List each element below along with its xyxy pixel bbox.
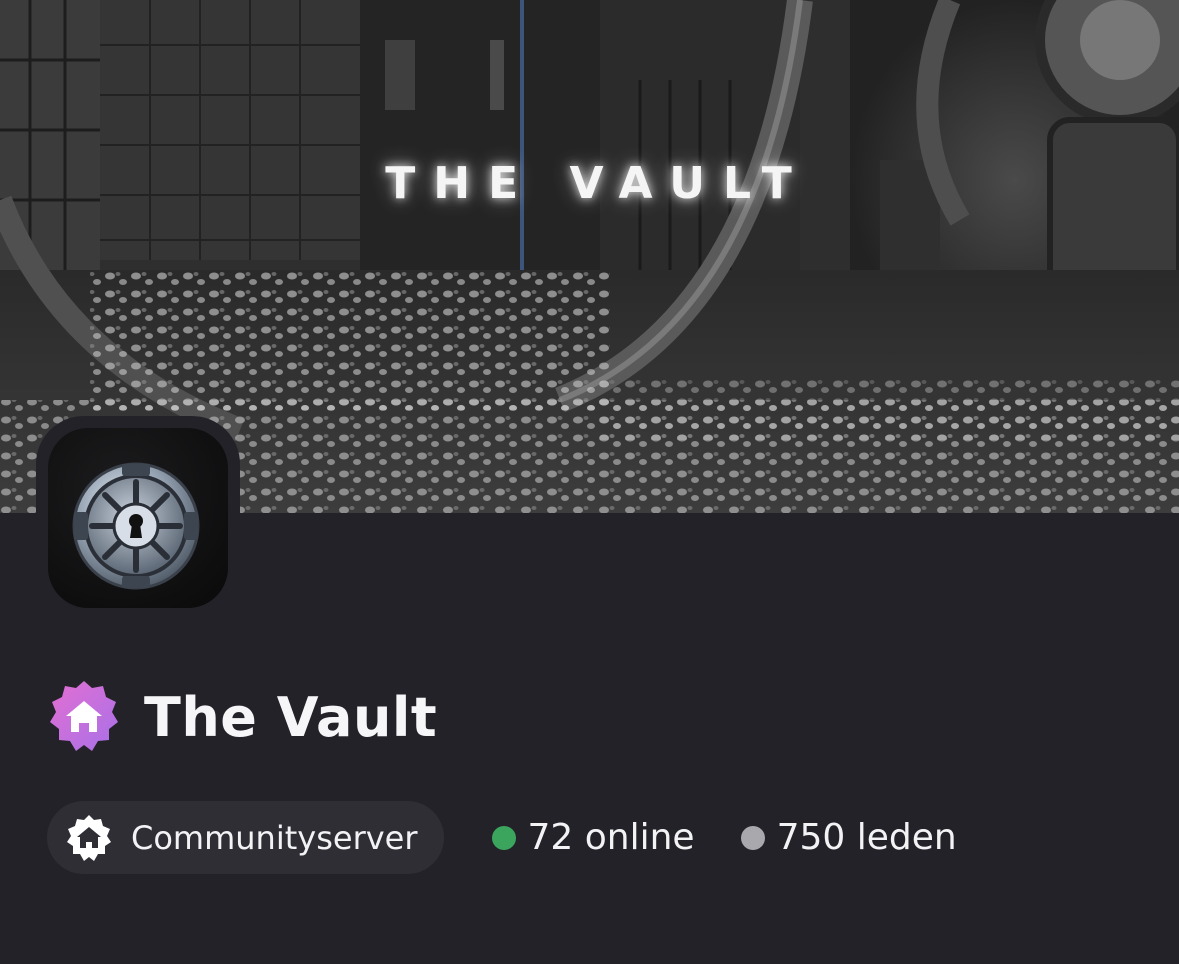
member-status-dot bbox=[740, 825, 765, 850]
server-meta-row: Communityserver 72 online 750 leden bbox=[47, 801, 957, 874]
online-count-text: 72 online bbox=[527, 817, 695, 858]
server-name-row: The Vault bbox=[46, 680, 437, 754]
vault-door-icon bbox=[72, 462, 200, 590]
home-icon bbox=[67, 814, 111, 861]
online-status-dot bbox=[491, 825, 516, 850]
server-icon[interactable] bbox=[48, 428, 228, 608]
server-name: The Vault bbox=[144, 685, 438, 749]
online-count: 72 online bbox=[491, 817, 695, 858]
home-icon bbox=[50, 681, 118, 751]
member-count-text: 750 leden bbox=[776, 817, 957, 858]
community-server-pill[interactable]: Communityserver bbox=[47, 801, 444, 874]
server-icon-frame bbox=[36, 416, 240, 620]
banner-title: THE VAULT bbox=[385, 158, 810, 209]
member-count: 750 leden bbox=[740, 817, 957, 858]
community-server-label: Communityserver bbox=[131, 818, 418, 857]
